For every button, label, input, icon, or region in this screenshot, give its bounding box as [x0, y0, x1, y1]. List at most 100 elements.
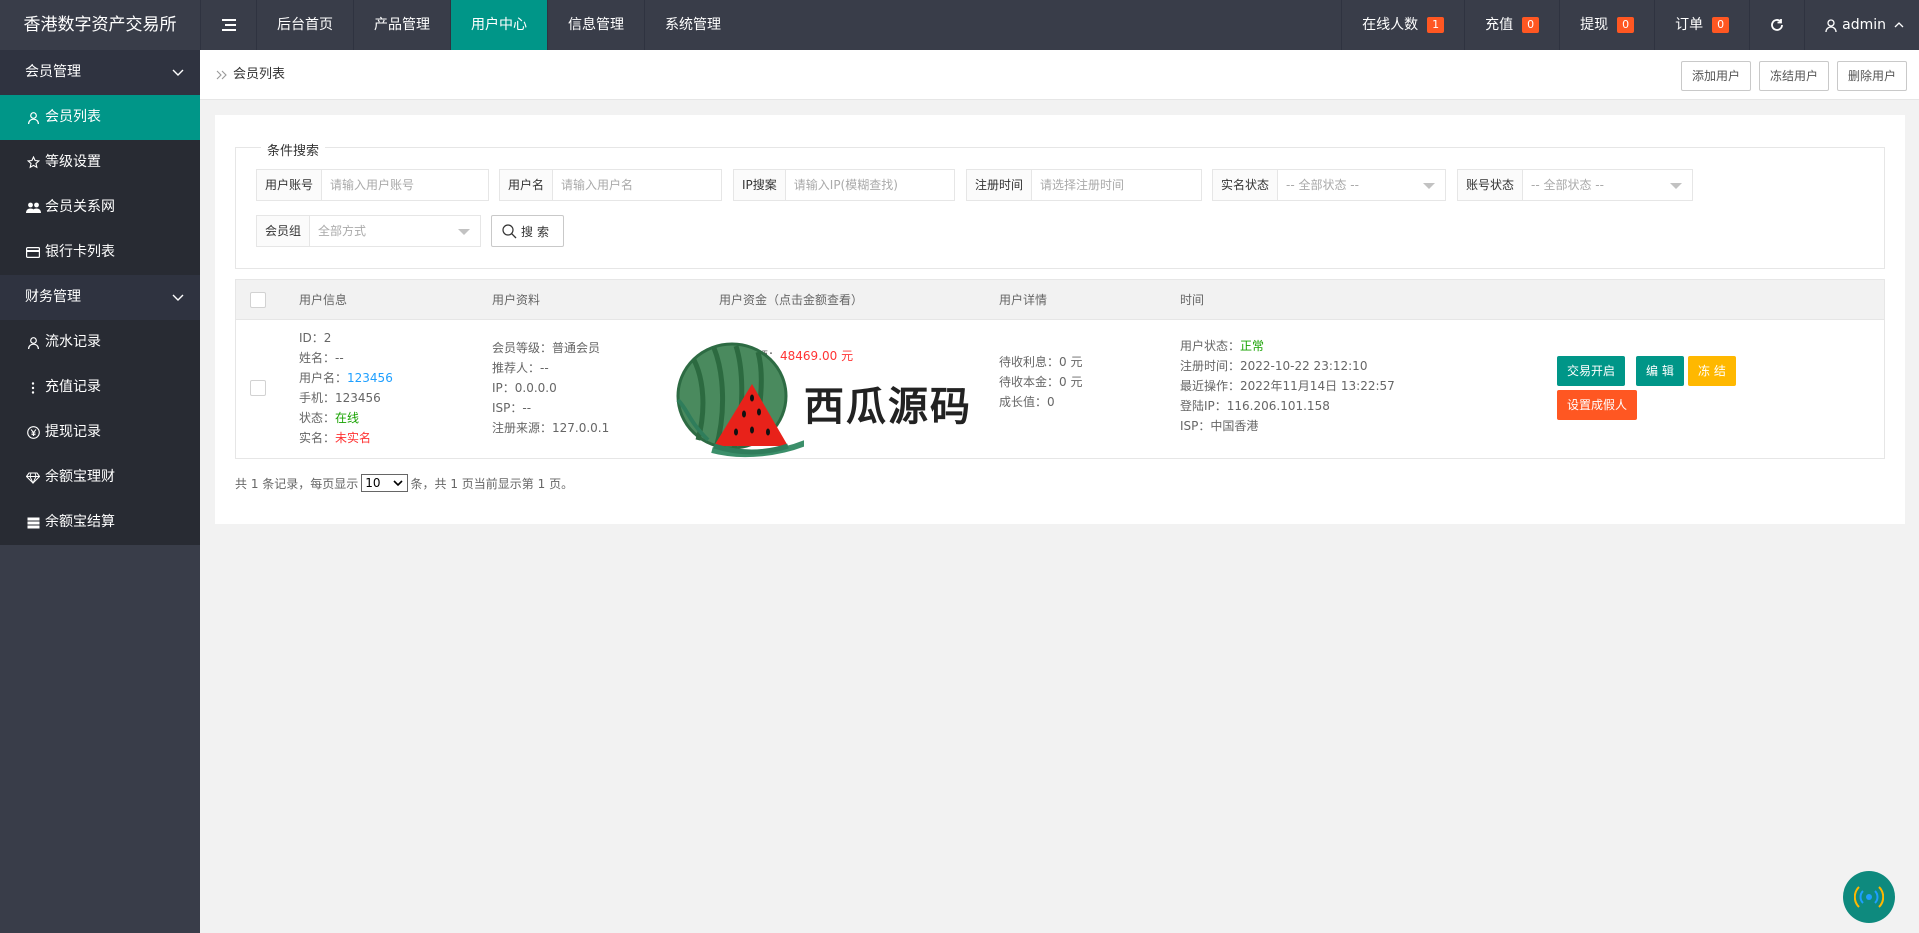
sidebar-item-label: 余额宝理财: [45, 469, 115, 485]
chevron-up-icon: [1894, 22, 1904, 28]
table-header: 用户信息 用户资料 用户资金（点击金额查看） 用户详情 时间: [236, 280, 1884, 320]
add-user-button[interactable]: 添加用户: [1680, 61, 1751, 91]
trade-toggle-button[interactable]: 交易开启: [1557, 356, 1626, 386]
breadcrumb-current[interactable]: 会员列表: [233, 50, 285, 100]
sidebar-item-flow-records[interactable]: 流水记录: [0, 320, 200, 365]
pager-prefix: 共 1 条记录，每页显示: [235, 476, 359, 491]
sidebar-item-label: 会员列表: [45, 109, 101, 125]
register-time-input[interactable]: 请选择注册时间: [1032, 170, 1201, 200]
sidebar-item-yuebao[interactable]: 余额宝理财: [0, 455, 200, 500]
profile-isp: ISP：--: [492, 401, 532, 415]
sidebar-item-bank-cards[interactable]: 银行卡列表: [0, 230, 200, 275]
field-label: 注册时间: [967, 170, 1033, 200]
sidebar-item-levels[interactable]: 等级设置: [0, 140, 200, 185]
yen-icon: [25, 426, 41, 439]
account-status-value[interactable]: -- 全部状态 --: [1523, 170, 1692, 200]
search-button[interactable]: 搜索: [491, 215, 564, 247]
login-ip: 登陆IP：116.206.101.158: [1180, 399, 1330, 413]
user-menu[interactable]: admin: [1804, 0, 1919, 50]
sidebar: 会员管理 会员列表 等级设置 会员关系网 银行卡列表 财务管理 流水记录 充值记…: [0, 50, 200, 933]
realname-status: 未实名: [335, 431, 372, 445]
freeze-button[interactable]: 冻 结: [1688, 356, 1736, 386]
nav-user-center[interactable]: 用户中心: [450, 0, 547, 50]
orders-count[interactable]: 订单 0: [1654, 0, 1749, 50]
realname-status-select[interactable]: 实名状态 -- 全部状态 --: [1212, 169, 1446, 201]
top-nav: 后台首页 产品管理 用户中心 信息管理 系统管理: [256, 0, 741, 50]
status-label: 状态：: [299, 411, 336, 425]
member-group-select[interactable]: 会员组 全部方式: [256, 215, 481, 247]
sidebar-group-label: 财务管理: [25, 289, 81, 305]
set-fake-user-button[interactable]: 设置成假人: [1557, 390, 1638, 420]
sidebar-group-finance[interactable]: 财务管理: [0, 275, 200, 320]
online-badge: 1: [1427, 17, 1445, 33]
pager-suffix: 条，共 1 页当前显示第 1 页。: [410, 476, 574, 491]
per-page-select[interactable]: 10: [361, 474, 408, 492]
withdraw-badge: 0: [1617, 17, 1635, 33]
users-icon: [25, 202, 41, 214]
top-header: 香港数字资产交易所 后台首页 产品管理 用户中心 信息管理 系统管理 在线人数 1…: [0, 0, 1919, 50]
content-card: 条件搜索 用户账号 请输入用户账号 用户名 请输入用户名 IP搜案 请输入IP(…: [215, 115, 1905, 524]
member-group-value[interactable]: 全部方式: [310, 216, 480, 246]
pagination: 共 1 条记录，每页显示 10 条，共 1 页当前显示第 1 页。: [235, 474, 573, 492]
table-row: ID：2 姓名：-- 用户名：123456 手机：123456 状态：在线 实名…: [236, 320, 1884, 458]
profile-ip: IP：0.0.0.0: [492, 381, 557, 395]
registered-time: 注册时间：2022-10-22 23:12:10: [1180, 359, 1368, 373]
per-page-value: 10: [365, 476, 381, 490]
watermelon-logo: [676, 342, 804, 458]
sidebar-item-network[interactable]: 会员关系网: [0, 185, 200, 230]
nav-products[interactable]: 产品管理: [353, 0, 450, 50]
recharge-badge: 0: [1522, 17, 1540, 33]
sidebar-item-yuebao-settlement[interactable]: 余额宝结算: [0, 500, 200, 545]
account-input[interactable]: 请输入用户账号: [322, 170, 488, 200]
ip-field[interactable]: IP搜案 请输入IP(模糊查找): [733, 169, 955, 201]
withdraw-count[interactable]: 提现 0: [1559, 0, 1654, 50]
username-field[interactable]: 用户名 请输入用户名: [499, 169, 722, 201]
sidebar-group-members[interactable]: 会员管理: [0, 50, 200, 95]
sidebar-item-label: 会员关系网: [45, 199, 115, 215]
select-all-checkbox[interactable]: [250, 292, 266, 308]
sidebar-item-withdraw-records[interactable]: 提现记录: [0, 410, 200, 455]
account-status-select[interactable]: 账号状态 -- 全部状态 --: [1457, 169, 1693, 201]
nav-home[interactable]: 后台首页: [256, 0, 353, 50]
account-field[interactable]: 用户账号 请输入用户账号: [256, 169, 489, 201]
sidebar-item-label: 充值记录: [45, 379, 101, 395]
caret-down-icon: [458, 229, 470, 235]
user-id: ID：2: [299, 331, 332, 345]
card-icon: [25, 247, 41, 258]
sidebar-item-recharge-records[interactable]: 充值记录: [0, 365, 200, 410]
ip-input[interactable]: 请输入IP(模糊查找): [786, 170, 954, 200]
signal-icon: [1854, 886, 1884, 908]
sidebar-item-label: 等级设置: [45, 154, 101, 170]
freeze-user-button[interactable]: 冻结用户: [1758, 61, 1829, 91]
chevron-down-icon: [392, 480, 403, 487]
user-username-line: 用户名：123456: [299, 368, 393, 388]
user-icon: [25, 336, 41, 349]
username-input[interactable]: 请输入用户名: [553, 170, 721, 200]
refresh-button[interactable]: [1749, 0, 1804, 50]
account-status-line: 用户状态：正常: [1180, 336, 1395, 356]
menu-toggle-button[interactable]: [200, 0, 256, 50]
diamond-icon: [25, 471, 41, 484]
nav-info[interactable]: 信息管理: [547, 0, 644, 50]
edit-button[interactable]: 编 辑: [1636, 356, 1684, 386]
field-label: IP搜案: [734, 170, 786, 200]
sidebar-item-member-list[interactable]: 会员列表: [0, 95, 200, 140]
realname-status-value[interactable]: -- 全部状态 --: [1278, 170, 1445, 200]
delete-user-button[interactable]: 删除用户: [1836, 61, 1907, 91]
nav-system[interactable]: 系统管理: [644, 0, 741, 50]
recharge-count[interactable]: 充值 0: [1464, 0, 1559, 50]
user-name: 姓名：--: [299, 351, 344, 365]
online-label: 在线人数: [1362, 17, 1419, 33]
user-phone: 手机：123456: [299, 391, 381, 405]
floating-support-button[interactable]: [1843, 871, 1895, 923]
row-checkbox[interactable]: [250, 380, 266, 396]
breadcrumb-bar: 会员列表 添加用户 冻结用户 删除用户: [200, 50, 1919, 100]
admin-username: admin: [1842, 17, 1886, 33]
user-icon: [25, 111, 41, 124]
username-link[interactable]: 123456: [347, 371, 393, 385]
username-label: 用户名：: [299, 371, 348, 385]
user-details-cell: 待收利息：0 元 待收本金：0 元 成长值：0: [999, 352, 1082, 412]
register-time-field[interactable]: 注册时间 请选择注册时间: [966, 169, 1202, 201]
header-user-funds: 用户资金（点击金额查看）: [719, 293, 864, 307]
online-count[interactable]: 在线人数 1: [1341, 0, 1464, 50]
